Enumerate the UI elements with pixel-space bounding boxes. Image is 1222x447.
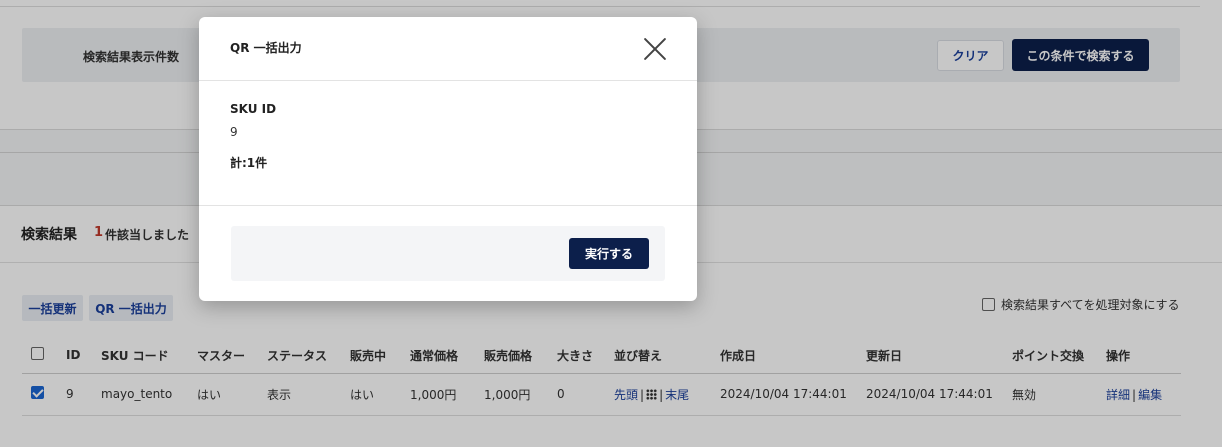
- sku-id-label: SKU ID: [230, 102, 277, 116]
- execute-button[interactable]: 実行する: [569, 238, 649, 269]
- qr-bulk-output-modal: QR 一括出力 SKU ID 9 計:1件 実行する: [199, 17, 697, 301]
- divider: [199, 205, 697, 206]
- modal-title: QR 一括出力: [230, 41, 302, 55]
- total-count: 計:1件: [230, 156, 268, 170]
- close-icon[interactable]: [642, 36, 668, 62]
- sku-id-value: 9: [230, 125, 238, 139]
- divider: [199, 80, 697, 81]
